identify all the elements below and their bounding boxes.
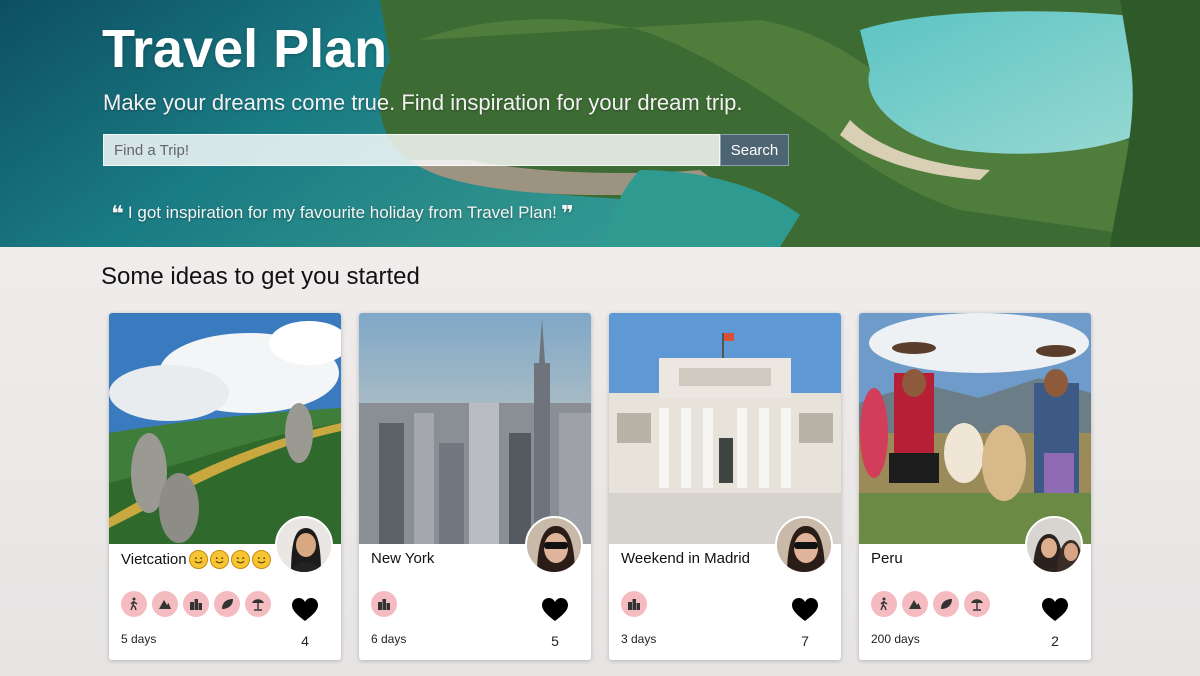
peru-llamas-image (859, 313, 1091, 544)
trip-name: Peru (871, 550, 903, 567)
avatar[interactable] (775, 516, 833, 574)
city-icon[interactable] (621, 591, 647, 617)
user-avatar-sunglasses (527, 518, 581, 572)
avatar[interactable] (275, 516, 333, 574)
like-count: 4 (301, 633, 309, 649)
smiling-face-emoji-icon (230, 550, 250, 569)
trip-title: New York (371, 550, 434, 567)
trip-name: Weekend in Madrid (621, 550, 750, 567)
hero-subtitle: Make your dreams come true. Find inspira… (103, 90, 743, 115)
beach-umbrella-icon[interactable] (245, 591, 271, 617)
city-icon[interactable] (371, 591, 397, 617)
section-title: Some ideas to get you started (101, 263, 420, 290)
avatar[interactable] (1025, 516, 1083, 574)
trip-card[interactable]: Weekend in Madrid 3 days 7 (609, 313, 841, 660)
like-count: 2 (1051, 633, 1059, 649)
heart-icon[interactable] (1042, 598, 1068, 622)
avatar[interactable] (525, 516, 583, 574)
trip-title: Peru (871, 550, 903, 567)
quote-close-icon: ❞ (560, 200, 574, 226)
leaf-icon[interactable] (214, 591, 240, 617)
user-avatar-two-people (1027, 518, 1081, 572)
city-icon[interactable] (183, 591, 209, 617)
trip-duration: 200 days (871, 632, 920, 646)
user-avatar-sunglasses (777, 518, 831, 572)
quote-open-icon: ❝ (111, 200, 124, 226)
trip-tags (621, 591, 647, 617)
trip-card[interactable]: New York 6 days 5 (359, 313, 591, 660)
like-count: 7 (801, 633, 809, 649)
smiling-face-emoji-icon (188, 550, 208, 569)
heart-icon[interactable] (292, 598, 318, 622)
user-avatar-woman-long-hair (277, 518, 331, 572)
mountain-icon[interactable] (152, 591, 178, 617)
search-bar: Search (103, 134, 789, 166)
hero-banner: Travel Plan Make your dreams come true. … (0, 0, 1200, 247)
heart-icon[interactable] (792, 598, 818, 622)
trip-card[interactable]: Vietcation 5 days 4 (109, 313, 341, 660)
heart-icon[interactable] (542, 598, 568, 622)
golden-bridge-hands-image (109, 313, 341, 544)
trip-tags (121, 591, 271, 617)
search-input[interactable] (103, 134, 720, 166)
trip-name: New York (371, 550, 435, 567)
like-count: 5 (551, 633, 559, 649)
trip-card[interactable]: Peru 200 days 2 (859, 313, 1091, 660)
trip-name: Vietcation (121, 551, 187, 568)
trip-duration: 3 days (621, 632, 657, 646)
smiling-face-emoji-icon (251, 550, 271, 569)
beach-umbrella-icon[interactable] (964, 591, 990, 617)
new-york-skyline-image (359, 313, 591, 544)
hiking-icon[interactable] (121, 591, 147, 617)
trip-tags (871, 591, 990, 617)
smiling-face-emoji-icon (209, 550, 229, 569)
mountain-icon[interactable] (902, 591, 928, 617)
trip-title: Vietcation (121, 550, 271, 569)
leaf-icon[interactable] (933, 591, 959, 617)
trip-tags (371, 591, 397, 617)
hero-title: Travel Plan (102, 19, 388, 79)
search-button[interactable]: Search (720, 134, 789, 166)
trip-title: Weekend in Madrid (621, 550, 750, 567)
hiking-icon[interactable] (871, 591, 897, 617)
trip-duration: 6 days (371, 632, 407, 646)
testimonial-quote: ❝ I got inspiration for my favourite hol… (111, 200, 574, 226)
prado-museum-image (609, 313, 841, 544)
testimonial-text: I got inspiration for my favourite holid… (127, 203, 557, 222)
trip-duration: 5 days (121, 632, 157, 646)
